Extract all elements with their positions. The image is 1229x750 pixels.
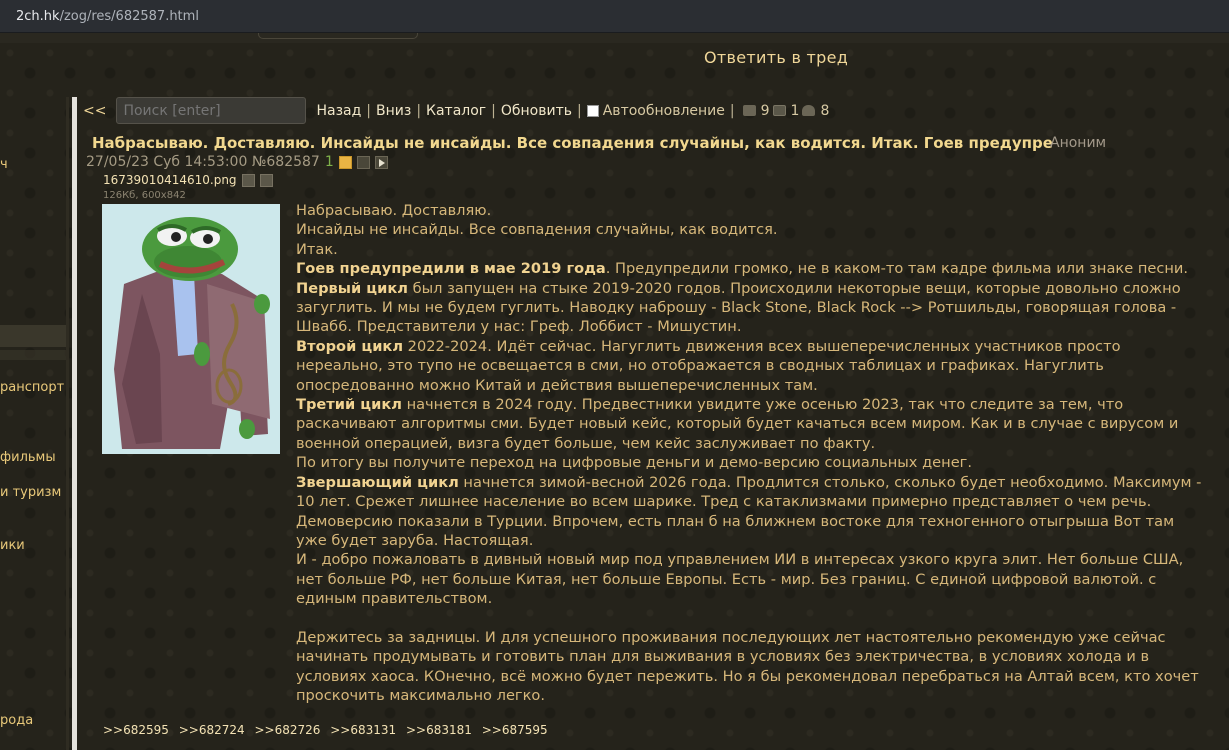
collapse-sidebar-button[interactable]: << [83,103,106,119]
post-bold-text: Первый цикл [296,279,408,297]
post-author: Аноним [1050,135,1107,151]
post-line: уже будет заруба. Настоящая. [296,531,534,549]
address-bar[interactable]: 2ch.hk/zog/res/682587.html [0,0,1229,33]
post-line: условиях хаоса. КОнечно, всё можно будет… [296,667,1199,685]
post-line: Демоверсию показали в Турции. Впрочем, е… [296,512,1175,530]
reply-link[interactable]: >>682724 [179,723,245,737]
posts-count: 9 [760,102,770,119]
post-line: военной операцией, визга будет больше, ч… [296,434,876,452]
reply-link[interactable]: >>682595 [103,723,169,737]
nav-separator: | [416,102,422,119]
post-title: Набрасываю. Доставляю. Инсайды не инсайд… [92,134,1053,152]
post-line: 10 лет. Срежет лишнее население во всем … [296,493,1152,511]
download-icon[interactable] [259,173,273,187]
nav-separator: | [491,102,496,119]
sidebar-item[interactable]: ики [0,538,25,553]
sidebar-item[interactable]: и туризм [0,485,61,500]
reply-link[interactable]: >>683181 [406,723,472,737]
post-line: проскочить максимально легко. [296,687,545,705]
down-link[interactable]: Вниз [376,103,411,119]
url-path: /zog/res/682587.html [59,8,199,24]
images-count: 1 [790,102,800,119]
sidebar-highlight [0,325,68,347]
reply-link[interactable]: >>687595 [482,723,548,737]
refresh-link[interactable]: Обновить [501,103,572,119]
post-line: Первый цикл был запущен на стыке 2019-20… [296,279,1216,298]
sidebar-item[interactable]: рода [0,713,33,728]
file-info: 126Кб, 600x842 [103,190,186,201]
post-image-thumbnail[interactable] [102,204,280,454]
post-line: нет больше РФ, нет больше Китая, нет бол… [296,570,1157,588]
play-icon[interactable] [374,155,388,169]
post-line: Второй цикл 2022-2024. Идёт сейчас. Нагу… [296,337,1216,356]
reply-link[interactable]: >>682726 [255,723,321,737]
images-icon [772,105,786,116]
post-text: 2022-2024. Идёт сейчас. Нагуглить движен… [403,337,1121,355]
post-line: Держитесь за задницы. И для успешного пр… [296,628,1166,646]
thread-nav: << Назад | Вниз | Каталог | Обновить | А… [83,97,829,124]
post-line: По итогу вы получите переход на цифровые… [296,454,972,472]
post-line: загуглить. И мы не будем гуглить. Наводк… [296,299,1177,317]
post-line: И - добро пожаловать в дивный новый мир … [296,551,1184,569]
autoupdate-label: Автообновление [602,102,725,119]
url-host: 2ch.hk [16,8,60,24]
post-index: 1 [324,154,334,170]
post-bold-text: Звершающий цикл [296,473,459,491]
post-line: нереально, это тупо не освещается в сми,… [296,357,1104,375]
post-line: начинать продумывать и готовить план для… [296,648,1150,666]
sidebar-highlight [0,350,68,360]
back-link[interactable]: Назад [316,103,361,119]
post-text: начнется в 2024 году. Предвестники увиди… [401,396,1124,414]
sidebar-item[interactable]: фильмы [0,450,56,465]
post-bold-text: Второй цикл [296,337,404,355]
file-link[interactable]: 16739010414610.png [103,173,273,187]
post-line: Набрасываю. Доставляю. [296,202,492,219]
post-line: Инсайды не инсайды. Все совпадения случа… [296,221,778,239]
post-bold-text: Гоев предупредили в мае 2019 года [296,260,606,278]
sidebar-item[interactable]: ч [0,157,8,172]
post-text: был запущен на стыке 2019-2020 годов. Пр… [407,279,1181,297]
post-datetime: 27/05/23 Суб 14:53:00 [86,154,248,170]
nav-separator: | [366,102,371,119]
toolbar-strip [0,33,1229,43]
post-number[interactable]: №682587 [252,154,320,170]
post-body: Набрасываю. Доставляю. Инсайды не инсайд… [296,201,1216,706]
autoupdate-checkbox[interactable] [586,104,599,117]
nav-separator: | [729,102,735,119]
reply-link[interactable]: >>683131 [330,723,396,737]
image-search-icon[interactable] [241,173,255,187]
options-icon[interactable] [356,155,370,169]
post-line: раскачивают алгоритмы сми. Будет новый к… [296,415,1179,433]
post-text: начнется зимой-весной 2026 года. Продлит… [458,473,1202,491]
file-name[interactable]: 16739010414610.png [103,173,237,187]
posts-icon [742,105,756,116]
post-line: Третий цикл начнется в 2024 году. Предве… [296,395,1216,414]
search-input[interactable] [116,97,307,124]
reply-to-thread-link[interactable]: Ответить в тред [704,48,848,67]
tab-stub [258,33,418,39]
post-meta: 27/05/23 Суб 14:53:00 №682587 1 [86,153,388,171]
post-line: Итак. [296,240,338,258]
post-line: Шваб6. Представители у нас: Греф. Лоббис… [296,318,742,336]
sidebar-item[interactable]: ранспорт [0,380,64,395]
frog-in-suit-image [102,204,280,454]
post-text: . Предупредили громко, не в каком-то там… [605,260,1189,278]
posters-count: 8 [820,102,830,119]
post-line: единым правительством. [296,590,493,608]
posters-icon [802,105,816,116]
post-bold-text: Третий цикл [296,396,402,414]
post-line: Гоев предупредили в мае 2019 года. Преду… [296,259,1216,278]
catalog-link[interactable]: Каталог [426,103,486,119]
post-line: опосредованно можно Китай и действия выш… [296,376,818,394]
sidebar-divider [72,97,77,750]
nav-separator: | [577,102,582,119]
favorite-icon[interactable] [338,155,352,169]
sidebar-divider-dark [66,97,69,750]
post-replies: >>682595 >>682724 >>682726 >>683131 >>68… [103,723,552,737]
post-line: Звершающий цикл начнется зимой-весной 20… [296,473,1216,492]
